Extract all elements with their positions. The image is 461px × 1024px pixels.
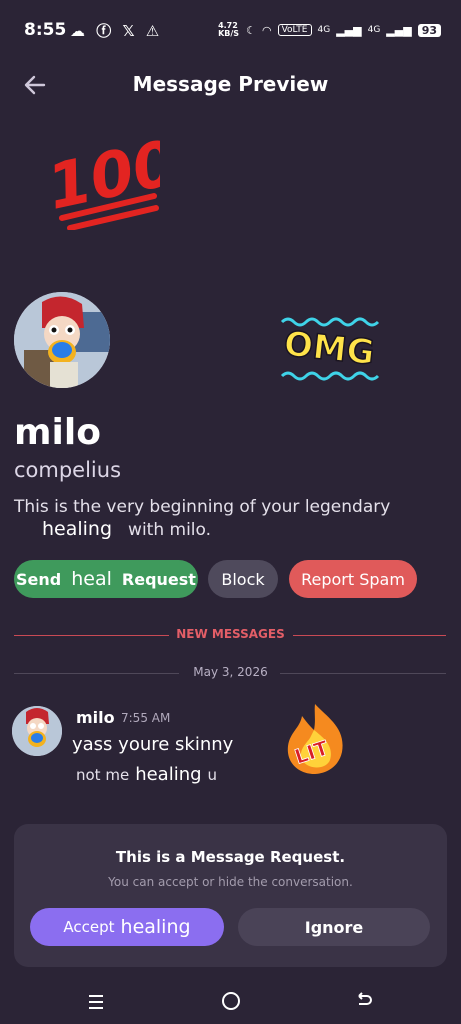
lit-sticker: LIT (280, 700, 350, 780)
send-heal-text: heal (71, 568, 112, 590)
nav-back-icon[interactable] (354, 990, 374, 1014)
profile-name: milo (14, 412, 101, 453)
message-avatar[interactable] (12, 706, 62, 756)
message-timestamp: 7:55 AM (121, 711, 171, 725)
hundred-sticker: 100 (41, 125, 183, 234)
message-line-2-post: u (207, 766, 218, 784)
omg-sticker: OMG (278, 310, 388, 390)
ignore-button[interactable]: Ignore (238, 908, 430, 946)
network-speed: 4.72 KB/S (218, 21, 240, 38)
message-line-1: yass youre skinny (72, 734, 234, 755)
accept-healing-text: healing (120, 916, 191, 938)
request-subtitle: You can accept or hide the conversation. (108, 875, 353, 889)
profile-handle: compelius (14, 458, 122, 482)
message-healing-text: healing (135, 764, 202, 785)
signal-1: 4G (317, 25, 331, 35)
date-line-right (280, 673, 446, 674)
avatar[interactable] (14, 292, 110, 388)
recent-apps-icon[interactable] (86, 992, 106, 1016)
new-messages-line-right (293, 635, 446, 636)
system-icons: 4.72 KB/S ☾ ◠ VoLTE 4G ▂▄▆ 4G ▂▄▆ 93 (218, 22, 441, 38)
message-line-2-pre: not me (76, 766, 130, 784)
send-friend-request-button[interactable]: Send heal Request (14, 560, 198, 598)
moon-icon: ☾ (246, 23, 256, 37)
omg-text: OMG (282, 324, 376, 373)
signal-icon: ▂▄▆ (336, 23, 362, 37)
notification-icons: ☁ ⓕ 𝕏 ⚠ (70, 22, 163, 40)
new-messages-divider: NEW MESSAGES (176, 627, 285, 641)
intro-line-2: with milo. (128, 520, 212, 540)
message-author[interactable]: milo (76, 708, 115, 727)
status-time: 8:55 (24, 20, 67, 40)
request-title: This is a Message Request. (115, 848, 346, 866)
page-title: Message Preview (132, 72, 329, 96)
request-label: Request (121, 569, 196, 589)
block-button[interactable]: Block (208, 560, 278, 598)
status-bar: 8:55 ☁ ⓕ 𝕏 ⚠ 4.72 KB/S ☾ ◠ VoLTE 4G ▂▄▆ … (0, 0, 461, 62)
date-divider: May 3, 2026 (193, 665, 268, 679)
intro-healing-text: healing (42, 518, 113, 540)
home-icon[interactable] (222, 992, 240, 1010)
signal-2: 4G (367, 25, 381, 35)
battery-badge: 93 (417, 23, 441, 37)
intro-line-1: This is the very beginning of your legen… (14, 497, 391, 517)
conversation-intro: This is the very beginning of your legen… (14, 496, 390, 541)
accept-button[interactable]: Accept healing (30, 908, 224, 946)
signal-icon-2: ▂▄▆ (386, 23, 412, 37)
report-spam-button[interactable]: Report Spam (289, 560, 417, 598)
volte-badge: VoLTE (277, 24, 312, 36)
wifi-icon: ◠ (261, 23, 272, 37)
send-label: Send (16, 569, 62, 589)
message-line-2: not me healing u (76, 764, 217, 785)
accept-label: Accept (63, 918, 115, 936)
message-request-panel: This is a Message Request. You can accep… (14, 824, 447, 967)
